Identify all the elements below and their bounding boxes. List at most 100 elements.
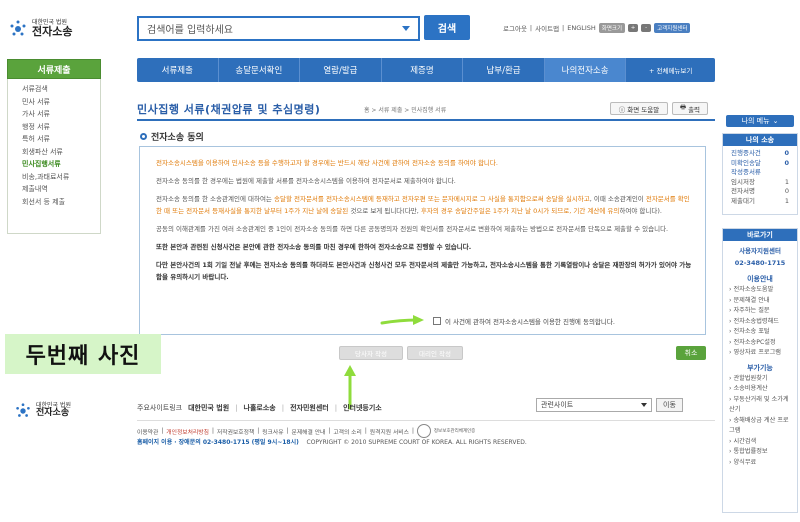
footer-link-self[interactable]: 나홀로소송 bbox=[244, 403, 276, 413]
count-row-waiting[interactable]: 제출대기 1 bbox=[723, 197, 797, 207]
copyright-policy-link[interactable]: 저작권보호정책 bbox=[217, 427, 254, 436]
count-row-ongoing[interactable]: 진행중사건 0 bbox=[723, 149, 797, 159]
sidebar-item-history[interactable]: 제출내역 bbox=[22, 183, 100, 196]
sidebar-item-family[interactable]: 가사 서류 bbox=[22, 108, 100, 121]
link-policy-link[interactable]: 링크사유 bbox=[262, 427, 283, 436]
count-row-drafting[interactable]: 작성중서류 bbox=[723, 168, 797, 178]
guide-link[interactable]: › 자주하는 질문 bbox=[723, 306, 797, 317]
shortcut-title: 바로가기 bbox=[723, 229, 797, 241]
nav-item-certificate[interactable]: 제증명 bbox=[382, 58, 464, 82]
section-title: 전자소송 동의 bbox=[140, 130, 204, 143]
section-title-text: 전자소송 동의 bbox=[151, 133, 204, 143]
related-sites-select[interactable]: 관련사이트 bbox=[536, 398, 652, 412]
extra-link[interactable]: › 부동산거래 및 소가계산기 bbox=[723, 395, 797, 416]
guide-link[interactable]: › 전자소송 포털 bbox=[723, 327, 797, 338]
sitemap-link[interactable]: 사이트맵 bbox=[535, 23, 559, 33]
nav-item-delivery[interactable]: 송달문서확인 bbox=[219, 58, 301, 82]
logout-link[interactable]: 로그아웃 bbox=[503, 23, 527, 33]
footer-sub-links: 이용약관 | 개인정보처리방침 | 저작권보호정책 | 링크사유 | 문제해결 … bbox=[137, 424, 475, 438]
nav-item-my-suit[interactable]: 나의전자소송 bbox=[544, 58, 627, 82]
sidebar-item-search[interactable]: 서류검색 bbox=[22, 83, 100, 96]
go-button[interactable]: 이동 bbox=[656, 398, 683, 412]
footer-links: 주요사이트링크 대한민국 법원 | 나홀로소송 | 전자민원센터 | 인터넷등기… bbox=[137, 403, 382, 413]
nav-item-all-menu[interactable]: + 전체메뉴보기 bbox=[626, 58, 715, 82]
print-button[interactable]: 🖶 출력 bbox=[672, 102, 708, 115]
extra-link[interactable]: › 관할법원찾기 bbox=[723, 374, 797, 385]
zoom-minus-button[interactable]: - bbox=[641, 24, 652, 32]
nav-item-submit[interactable]: 서류제출 bbox=[137, 58, 219, 82]
terms-link[interactable]: 이용약관 bbox=[137, 427, 158, 436]
sidebar-item-admin[interactable]: 행정 서류 bbox=[22, 121, 100, 134]
logo-title: 전자소송 bbox=[32, 25, 73, 39]
certification-seal-icon bbox=[416, 424, 431, 438]
site-logo[interactable]: 대한민국 법원 전자소송 bbox=[8, 14, 108, 44]
sidebar-item-patent[interactable]: 특허 서류 bbox=[22, 133, 100, 146]
related-sites-value: 관련사이트 bbox=[541, 401, 574, 409]
feedback-link[interactable]: 고객의 소리 bbox=[333, 427, 362, 436]
nav-item-view[interactable]: 열람/발급 bbox=[300, 58, 382, 82]
left-sidebar: 서류검색 민사 서류 가사 서류 행정 서류 특허 서류 회생파산 서류 민사집… bbox=[7, 79, 101, 234]
sidebar-item-civil[interactable]: 민사 서류 bbox=[22, 96, 100, 109]
search-placeholder: 검색어를 입력하세요 bbox=[147, 25, 233, 36]
separator: | bbox=[562, 24, 565, 32]
support-center-title: 사용자지원센터 bbox=[739, 247, 781, 255]
footer-link-civil[interactable]: 전자민원센터 bbox=[290, 403, 329, 413]
search-input[interactable]: 검색어를 입력하세요 bbox=[137, 16, 420, 41]
zoom-plus-button[interactable]: + bbox=[628, 24, 639, 32]
court-star-logo-icon bbox=[16, 403, 30, 417]
guide-link[interactable]: › 전자소송PC설정 bbox=[723, 338, 797, 349]
guide-link[interactable]: › 영상자료 프로그램 bbox=[723, 348, 797, 359]
count-row-unread[interactable]: 미확인송달 0 bbox=[723, 159, 797, 169]
nav-item-payment[interactable]: 납부/환급 bbox=[463, 58, 545, 82]
title-divider bbox=[137, 119, 715, 121]
guide-link[interactable]: › 전자소송법령해드 bbox=[723, 317, 797, 328]
extra-link[interactable]: › 송해배상금 계산 프로그램 bbox=[723, 416, 797, 437]
sidebar-item-civil-exec[interactable]: 민사집행서류 bbox=[22, 158, 100, 171]
sidebar-item-nonlitigation[interactable]: 비송,과태료서류 bbox=[22, 171, 100, 184]
proxy-write-button[interactable]: 대리인 작성 bbox=[407, 346, 463, 360]
consent-para-1: 전자소송시스템을 이용하여 민사소송 등을 수행하고자 할 경우에는 반드시 해… bbox=[156, 159, 498, 167]
count-row-sign[interactable]: 전자서명 0 bbox=[723, 187, 797, 197]
extra-title: 부가기능 bbox=[747, 363, 773, 372]
extra-link[interactable]: › 양식무료 bbox=[723, 458, 797, 469]
sidebar-item-reply[interactable]: 회선서 등 제출 bbox=[22, 196, 100, 209]
english-link[interactable]: ENGLISH bbox=[567, 24, 596, 32]
remote-help-button[interactable]: 고객지원센터 bbox=[654, 23, 691, 33]
footer-logo-title: 전자소송 bbox=[36, 408, 70, 419]
agree-row[interactable]: 이 사건에 관하여 전자소송시스템을 이용한 진행에 동의합니다. bbox=[433, 316, 615, 326]
certification-text: 정보보호관리체계인증 bbox=[433, 429, 476, 434]
guide-link[interactable]: › 문제해결 안내 bbox=[723, 296, 797, 307]
consent-para-5: 또한 본안과 관련된 신청사건은 본안에 관한 전자소송 동의를 마친 경우에 … bbox=[156, 243, 472, 251]
footer-divider bbox=[137, 420, 715, 421]
cancel-button[interactable]: 취소 bbox=[676, 346, 706, 360]
shortcut-box: 바로가기 사용자지원센터 02-3480-1715 이용안내 › 전자소송도움말… bbox=[722, 228, 798, 513]
court-star-logo-icon bbox=[8, 19, 28, 39]
footer-link-registry[interactable]: 인터넷등기소 bbox=[343, 403, 382, 413]
agree-label: 이 사건에 관하여 전자소송시스템을 이용한 진행에 동의합니다. bbox=[445, 318, 615, 326]
extra-link[interactable]: › 소송비용계산 bbox=[723, 384, 797, 395]
consent-para-6: 다만 본안사건의 1회 기일 전날 후에는 전자소송 동의를 하더라도 본안사건… bbox=[156, 261, 692, 281]
count-row-temp[interactable]: 임시저장 1 bbox=[723, 178, 797, 188]
zoom-label: 화면크기 bbox=[598, 23, 626, 33]
extra-link[interactable]: › 시간검색 bbox=[723, 437, 797, 448]
circle-bullet-icon bbox=[140, 133, 147, 140]
guide-title: 이용안내 bbox=[747, 275, 773, 283]
page-title: 민사집행 서류(채권압류 및 추심명령) bbox=[137, 103, 321, 116]
help-button[interactable]: ⓘ 화면 도움말 bbox=[610, 102, 668, 115]
search-button[interactable]: 검색 bbox=[424, 15, 470, 40]
green-arrow-right-icon bbox=[380, 315, 424, 325]
remote-support-link[interactable]: 원격지원 서비스 bbox=[370, 427, 409, 436]
info-icon: ⓘ bbox=[618, 105, 626, 114]
my-menu-button[interactable]: 나의 메뉴 ⌄ bbox=[726, 115, 794, 127]
footer-link-court[interactable]: 대한민국 법원 bbox=[188, 403, 229, 413]
sidebar-item-bankruptcy[interactable]: 회생파산 서류 bbox=[22, 146, 100, 159]
guide-link[interactable]: › 전자소송도움말 bbox=[723, 285, 797, 296]
privacy-link[interactable]: 개인정보처리방침 bbox=[166, 427, 209, 436]
contact-home: 홈페이지 이용 · 장애문의 02-3480-1715 (평일 9시~18시) bbox=[137, 439, 299, 446]
troubleshoot-link[interactable]: 문제해결 안내 bbox=[292, 427, 326, 436]
chevron-down-icon[interactable] bbox=[402, 26, 410, 31]
extra-link[interactable]: › 통합법률정보 bbox=[723, 447, 797, 458]
party-write-button[interactable]: 당사자 작성 bbox=[339, 346, 403, 360]
footer-contact: 홈페이지 이용 · 장애문의 02-3480-1715 (평일 9시~18시) … bbox=[137, 437, 527, 446]
agree-checkbox[interactable] bbox=[433, 317, 441, 325]
